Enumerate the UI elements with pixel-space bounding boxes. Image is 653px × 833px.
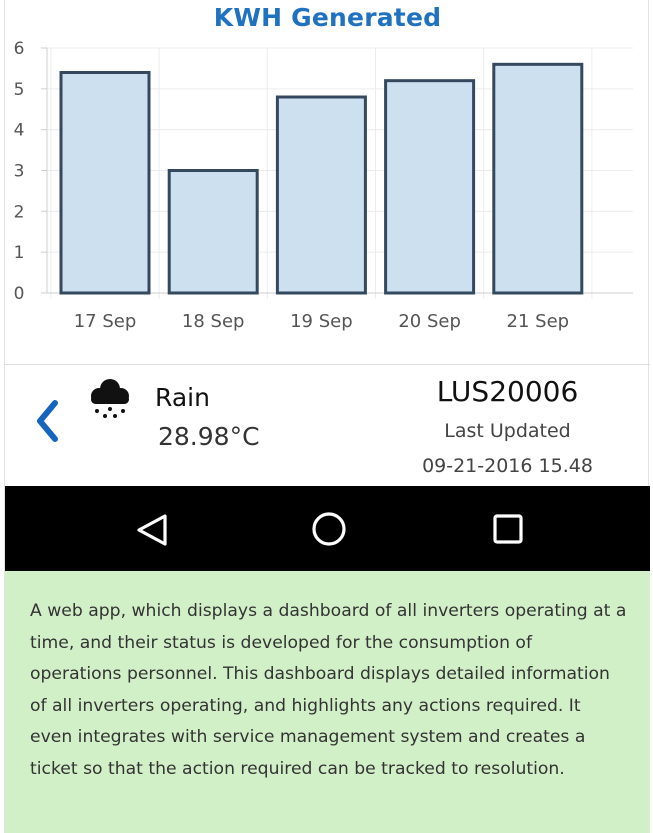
y-tick-label: 4 [14, 121, 25, 141]
cloud-rain-icon [91, 379, 129, 418]
y-tick-label: 1 [14, 243, 25, 263]
y-tick-label: 5 [14, 80, 25, 100]
weather-condition: Rain [155, 383, 210, 412]
x-tick-label: 17 Sep [74, 311, 137, 332]
bar [384, 79, 476, 295]
x-tick-label: 20 Sep [398, 311, 461, 332]
last-updated-label: Last Updated [444, 420, 571, 442]
nav-recents-button[interactable] [463, 486, 553, 571]
bar [59, 71, 151, 295]
y-tick-label: 6 [14, 39, 25, 59]
bar [167, 169, 259, 295]
app-description: A web app, which displays a dashboard of… [5, 571, 650, 833]
bar-chart-canvas: 0 1 2 3 4 5 6 17 Sep 18 Sep 19 Sep 20 Sep 21 Sep [14, 39, 633, 332]
nav-back-button[interactable] [105, 486, 195, 571]
y-tick-label: 3 [14, 162, 25, 182]
device-id: LUS20006 [436, 375, 579, 408]
app-frame: KWH Generated 0 1 2 3 4 5 6 17 Sep 18 Sep 19 Sep 2… [4, 0, 650, 833]
x-tick-label: 21 Sep [507, 311, 570, 332]
bar [492, 62, 584, 295]
android-nav-bar [5, 486, 650, 571]
weather-temperature: 28.98°C [158, 422, 260, 451]
last-updated-time: 09-21-2016 15.48 [422, 455, 593, 477]
circle-home-icon [312, 512, 346, 546]
bar [275, 95, 367, 295]
back-chevron-button[interactable] [33, 397, 67, 445]
y-tick-label: 2 [14, 202, 25, 222]
chevron-left-icon [37, 400, 58, 442]
x-tick-label: 18 Sep [182, 311, 245, 332]
nav-home-button[interactable] [284, 486, 374, 571]
triangle-back-icon [137, 514, 167, 546]
kwh-chart: KWH Generated 0 1 2 3 4 5 6 17 Sep 18 Sep 19 Sep 2… [5, 0, 650, 364]
x-tick-label: 19 Sep [290, 311, 353, 332]
square-recents-icon [493, 514, 523, 544]
y-tick-label: 0 [14, 284, 25, 304]
weather-panel: Rain 28.98°C LUS20006 Last Updated 09-21… [5, 365, 650, 485]
